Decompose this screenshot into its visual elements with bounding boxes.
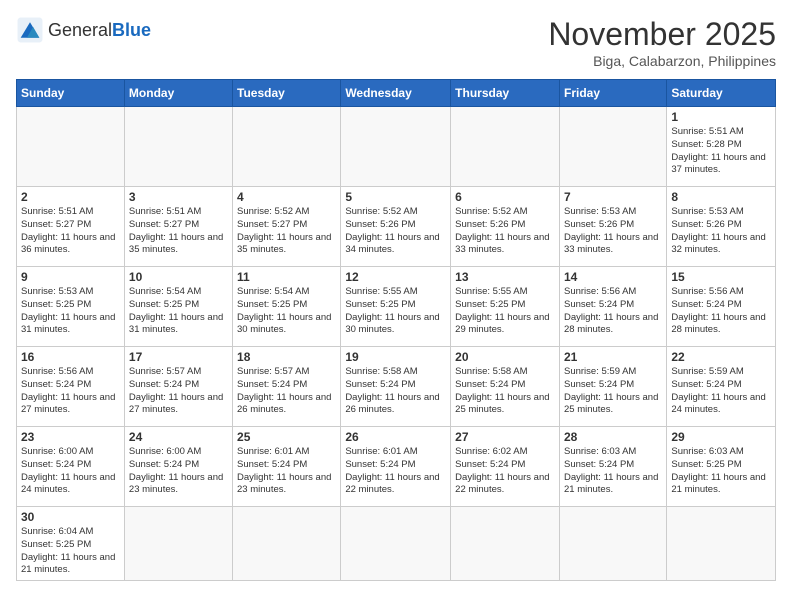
logo-general: General: [48, 20, 112, 40]
day-3: 3 Sunrise: 5:51 AMSunset: 5:27 PMDayligh…: [124, 187, 232, 267]
day-28: 28 Sunrise: 6:03 AMSunset: 5:24 PMDaylig…: [559, 427, 666, 507]
header-friday: Friday: [559, 80, 666, 107]
calendar-row-4: 16 Sunrise: 5:56 AMSunset: 5:24 PMDaylig…: [17, 347, 776, 427]
day-20: 20 Sunrise: 5:58 AMSunset: 5:24 PMDaylig…: [451, 347, 560, 427]
calendar-row-1: 1 Sunrise: 5:51 AM Sunset: 5:28 PM Dayli…: [17, 107, 776, 187]
day-22: 22 Sunrise: 5:59 AMSunset: 5:24 PMDaylig…: [667, 347, 776, 427]
day-8: 8 Sunrise: 5:53 AMSunset: 5:26 PMDayligh…: [667, 187, 776, 267]
day-27: 27 Sunrise: 6:02 AMSunset: 5:24 PMDaylig…: [451, 427, 560, 507]
empty-cell: [451, 107, 560, 187]
header-saturday: Saturday: [667, 80, 776, 107]
sunset-label: Sunset:: [671, 139, 703, 150]
day-1: 1 Sunrise: 5:51 AM Sunset: 5:28 PM Dayli…: [667, 107, 776, 187]
day-21: 21 Sunrise: 5:59 AMSunset: 5:24 PMDaylig…: [559, 347, 666, 427]
day-26: 26 Sunrise: 6:01 AMSunset: 5:24 PMDaylig…: [341, 427, 451, 507]
location-title: Biga, Calabarzon, Philippines: [548, 53, 776, 69]
day-19: 19 Sunrise: 5:58 AMSunset: 5:24 PMDaylig…: [341, 347, 451, 427]
logo-icon: [16, 16, 44, 44]
day-11: 11 Sunrise: 5:54 AMSunset: 5:25 PMDaylig…: [233, 267, 341, 347]
day-24: 24 Sunrise: 6:00 AMSunset: 5:24 PMDaylig…: [124, 427, 232, 507]
sunrise-1: 5:51 AM: [709, 126, 744, 137]
sunset-1: 5:28 PM: [706, 139, 741, 150]
empty-cell: [341, 107, 451, 187]
daylight-label: Daylight:: [671, 152, 708, 163]
day-18: 18 Sunrise: 5:57 AMSunset: 5:24 PMDaylig…: [233, 347, 341, 427]
empty-cell: [124, 107, 232, 187]
day-2: 2 Sunrise: 5:51 AM Sunset: 5:27 PM Dayli…: [17, 187, 125, 267]
sunrise-label: Sunrise:: [671, 126, 706, 137]
header-monday: Monday: [124, 80, 232, 107]
empty-cell: [667, 507, 776, 581]
day-30: 30 Sunrise: 6:04 AMSunset: 5:25 PMDaylig…: [17, 507, 125, 581]
header-sunday: Sunday: [17, 80, 125, 107]
header: GeneralBlue November 2025 Biga, Calabarz…: [16, 16, 776, 69]
day-7: 7 Sunrise: 5:53 AMSunset: 5:26 PMDayligh…: [559, 187, 666, 267]
day-15: 15 Sunrise: 5:56 AMSunset: 5:24 PMDaylig…: [667, 267, 776, 347]
calendar-row-3: 9 Sunrise: 5:53 AMSunset: 5:25 PMDayligh…: [17, 267, 776, 347]
day-13: 13 Sunrise: 5:55 AMSunset: 5:25 PMDaylig…: [451, 267, 560, 347]
day-number-1: 1: [671, 110, 771, 124]
calendar-row-6: 30 Sunrise: 6:04 AMSunset: 5:25 PMDaylig…: [17, 507, 776, 581]
empty-cell: [17, 107, 125, 187]
day-23: 23 Sunrise: 6:00 AMSunset: 5:24 PMDaylig…: [17, 427, 125, 507]
logo-blue: Blue: [112, 20, 151, 40]
empty-cell: [559, 507, 666, 581]
day-info-2: Sunrise: 5:51 AM Sunset: 5:27 PM Dayligh…: [21, 206, 120, 257]
day-12: 12 Sunrise: 5:55 AMSunset: 5:25 PMDaylig…: [341, 267, 451, 347]
weekday-header-row: Sunday Monday Tuesday Wednesday Thursday…: [17, 80, 776, 107]
empty-cell: [451, 507, 560, 581]
day-info-1: Sunrise: 5:51 AM Sunset: 5:28 PM Dayligh…: [671, 126, 771, 177]
day-9: 9 Sunrise: 5:53 AMSunset: 5:25 PMDayligh…: [17, 267, 125, 347]
calendar-row-5: 23 Sunrise: 6:00 AMSunset: 5:24 PMDaylig…: [17, 427, 776, 507]
logo: GeneralBlue: [16, 16, 151, 44]
empty-cell: [233, 507, 341, 581]
month-title: November 2025: [548, 16, 776, 53]
day-6: 6 Sunrise: 5:52 AMSunset: 5:26 PMDayligh…: [451, 187, 560, 267]
header-wednesday: Wednesday: [341, 80, 451, 107]
day-25: 25 Sunrise: 6:01 AMSunset: 5:24 PMDaylig…: [233, 427, 341, 507]
logo-text: GeneralBlue: [48, 20, 151, 41]
header-tuesday: Tuesday: [233, 80, 341, 107]
day-29: 29 Sunrise: 6:03 AMSunset: 5:25 PMDaylig…: [667, 427, 776, 507]
day-17: 17 Sunrise: 5:57 AMSunset: 5:24 PMDaylig…: [124, 347, 232, 427]
empty-cell: [124, 507, 232, 581]
empty-cell: [341, 507, 451, 581]
calendar-table: Sunday Monday Tuesday Wednesday Thursday…: [16, 79, 776, 581]
day-5: 5 Sunrise: 5:52 AMSunset: 5:26 PMDayligh…: [341, 187, 451, 267]
calendar-row-2: 2 Sunrise: 5:51 AM Sunset: 5:27 PM Dayli…: [17, 187, 776, 267]
day-4: 4 Sunrise: 5:52 AMSunset: 5:27 PMDayligh…: [233, 187, 341, 267]
day-number-2: 2: [21, 190, 120, 204]
header-thursday: Thursday: [451, 80, 560, 107]
day-16: 16 Sunrise: 5:56 AMSunset: 5:24 PMDaylig…: [17, 347, 125, 427]
empty-cell: [559, 107, 666, 187]
title-area: November 2025 Biga, Calabarzon, Philippi…: [548, 16, 776, 69]
day-14: 14 Sunrise: 5:56 AMSunset: 5:24 PMDaylig…: [559, 267, 666, 347]
day-10: 10 Sunrise: 5:54 AMSunset: 5:25 PMDaylig…: [124, 267, 232, 347]
empty-cell: [233, 107, 341, 187]
